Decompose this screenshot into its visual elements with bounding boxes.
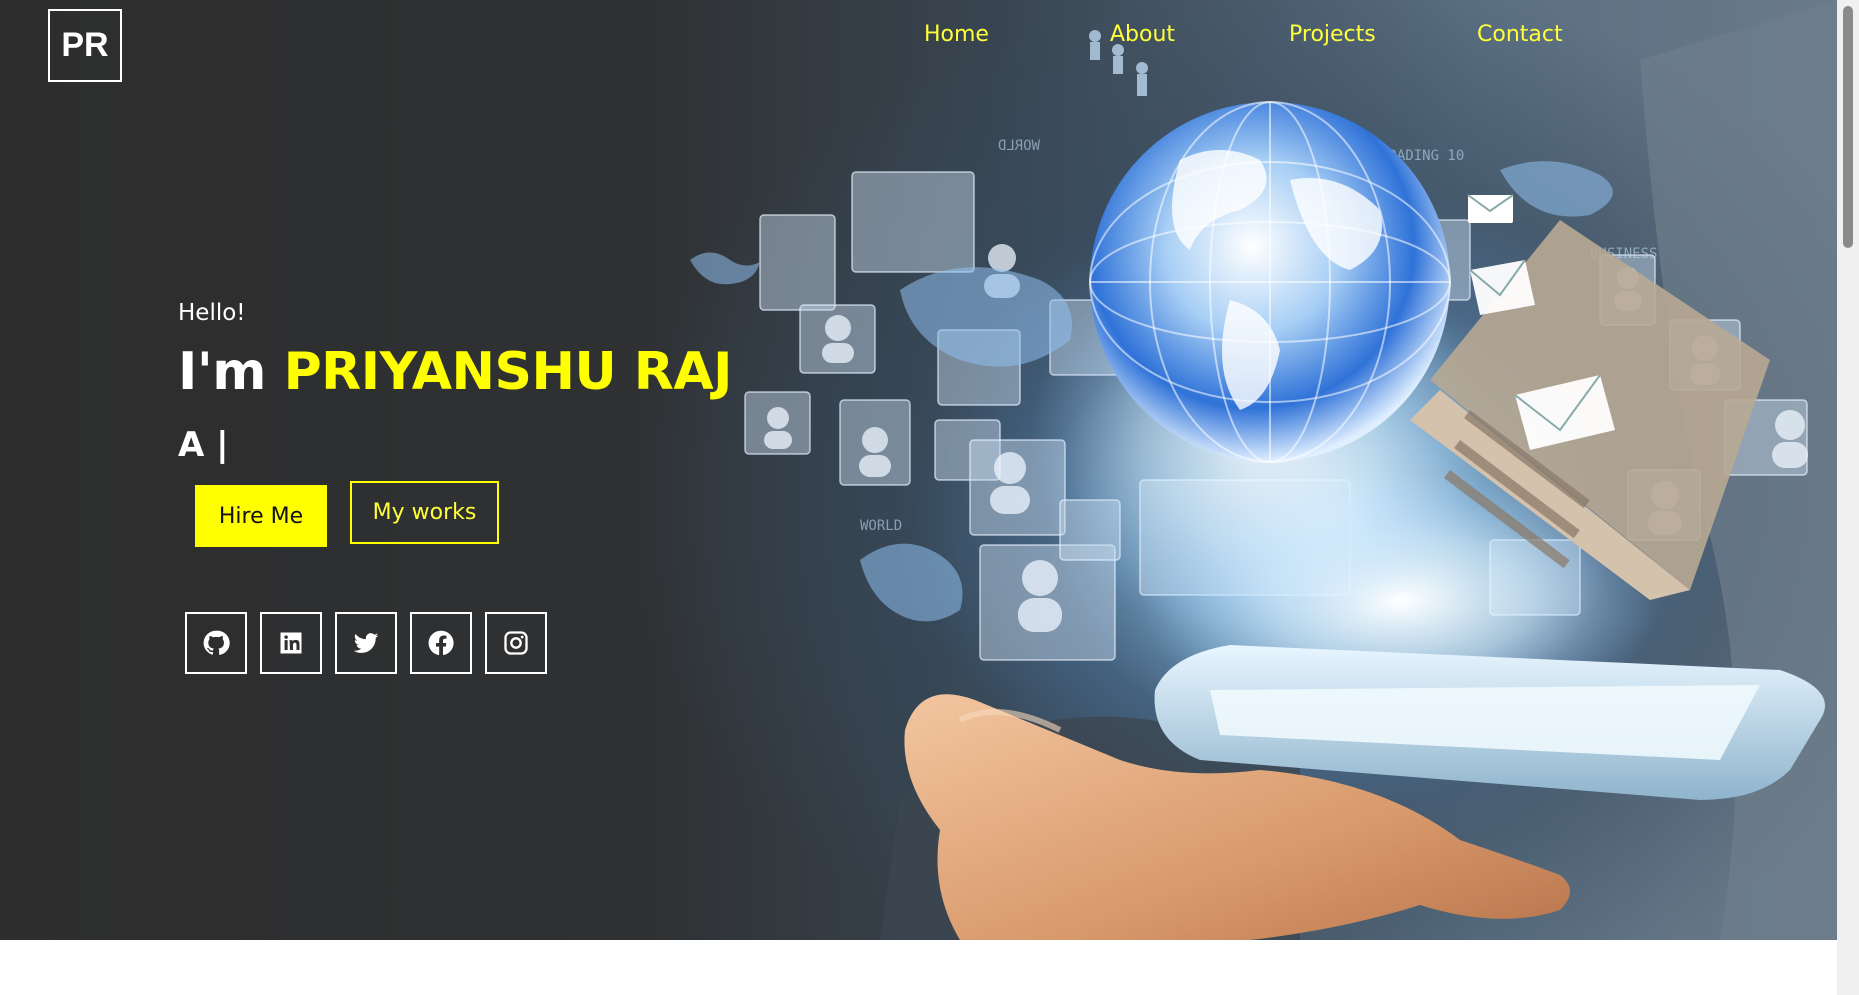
instagram-link[interactable] [485,612,547,674]
hero-name: PRIYANSHU RAJ [283,342,733,402]
hero-greeting: Hello! [178,300,246,326]
facebook-link[interactable] [410,612,472,674]
linkedin-link[interactable] [260,612,322,674]
twitter-link[interactable] [335,612,397,674]
facebook-icon [428,630,454,656]
page-viewport: WORLD LOADING 10 BUSINESS WORLD PR Home … [0,0,1837,995]
site-logo[interactable]: PR [48,9,122,82]
typed-role-text: A | [178,425,229,465]
hero-section: WORLD LOADING 10 BUSINESS WORLD PR Home … [0,0,1837,940]
hero-headline: I'm PRIYANSHU RAJ [178,342,732,402]
svg-text:WORLD: WORLD [860,518,902,534]
svg-text:WORLD: WORLD [998,138,1040,154]
github-icon [203,630,230,655]
linkedin-icon [280,632,302,654]
next-section-edge [0,940,1837,995]
nav-link-home[interactable]: Home [924,22,989,47]
nav-link-about[interactable]: About [1110,22,1175,47]
logo-text: PR [61,26,109,64]
nav-link-projects[interactable]: Projects [1289,22,1376,47]
my-works-button[interactable]: My works [350,481,499,544]
nav-link-contact[interactable]: Contact [1477,22,1563,47]
hire-me-button[interactable]: Hire Me [195,485,327,547]
headline-prefix: I'm [178,342,284,402]
hero-background-illustration: WORLD LOADING 10 BUSINESS WORLD [690,0,1837,940]
instagram-icon [504,631,528,655]
scrollbar-thumb[interactable] [1843,6,1853,248]
twitter-icon [353,633,379,653]
github-link[interactable] [185,612,247,674]
